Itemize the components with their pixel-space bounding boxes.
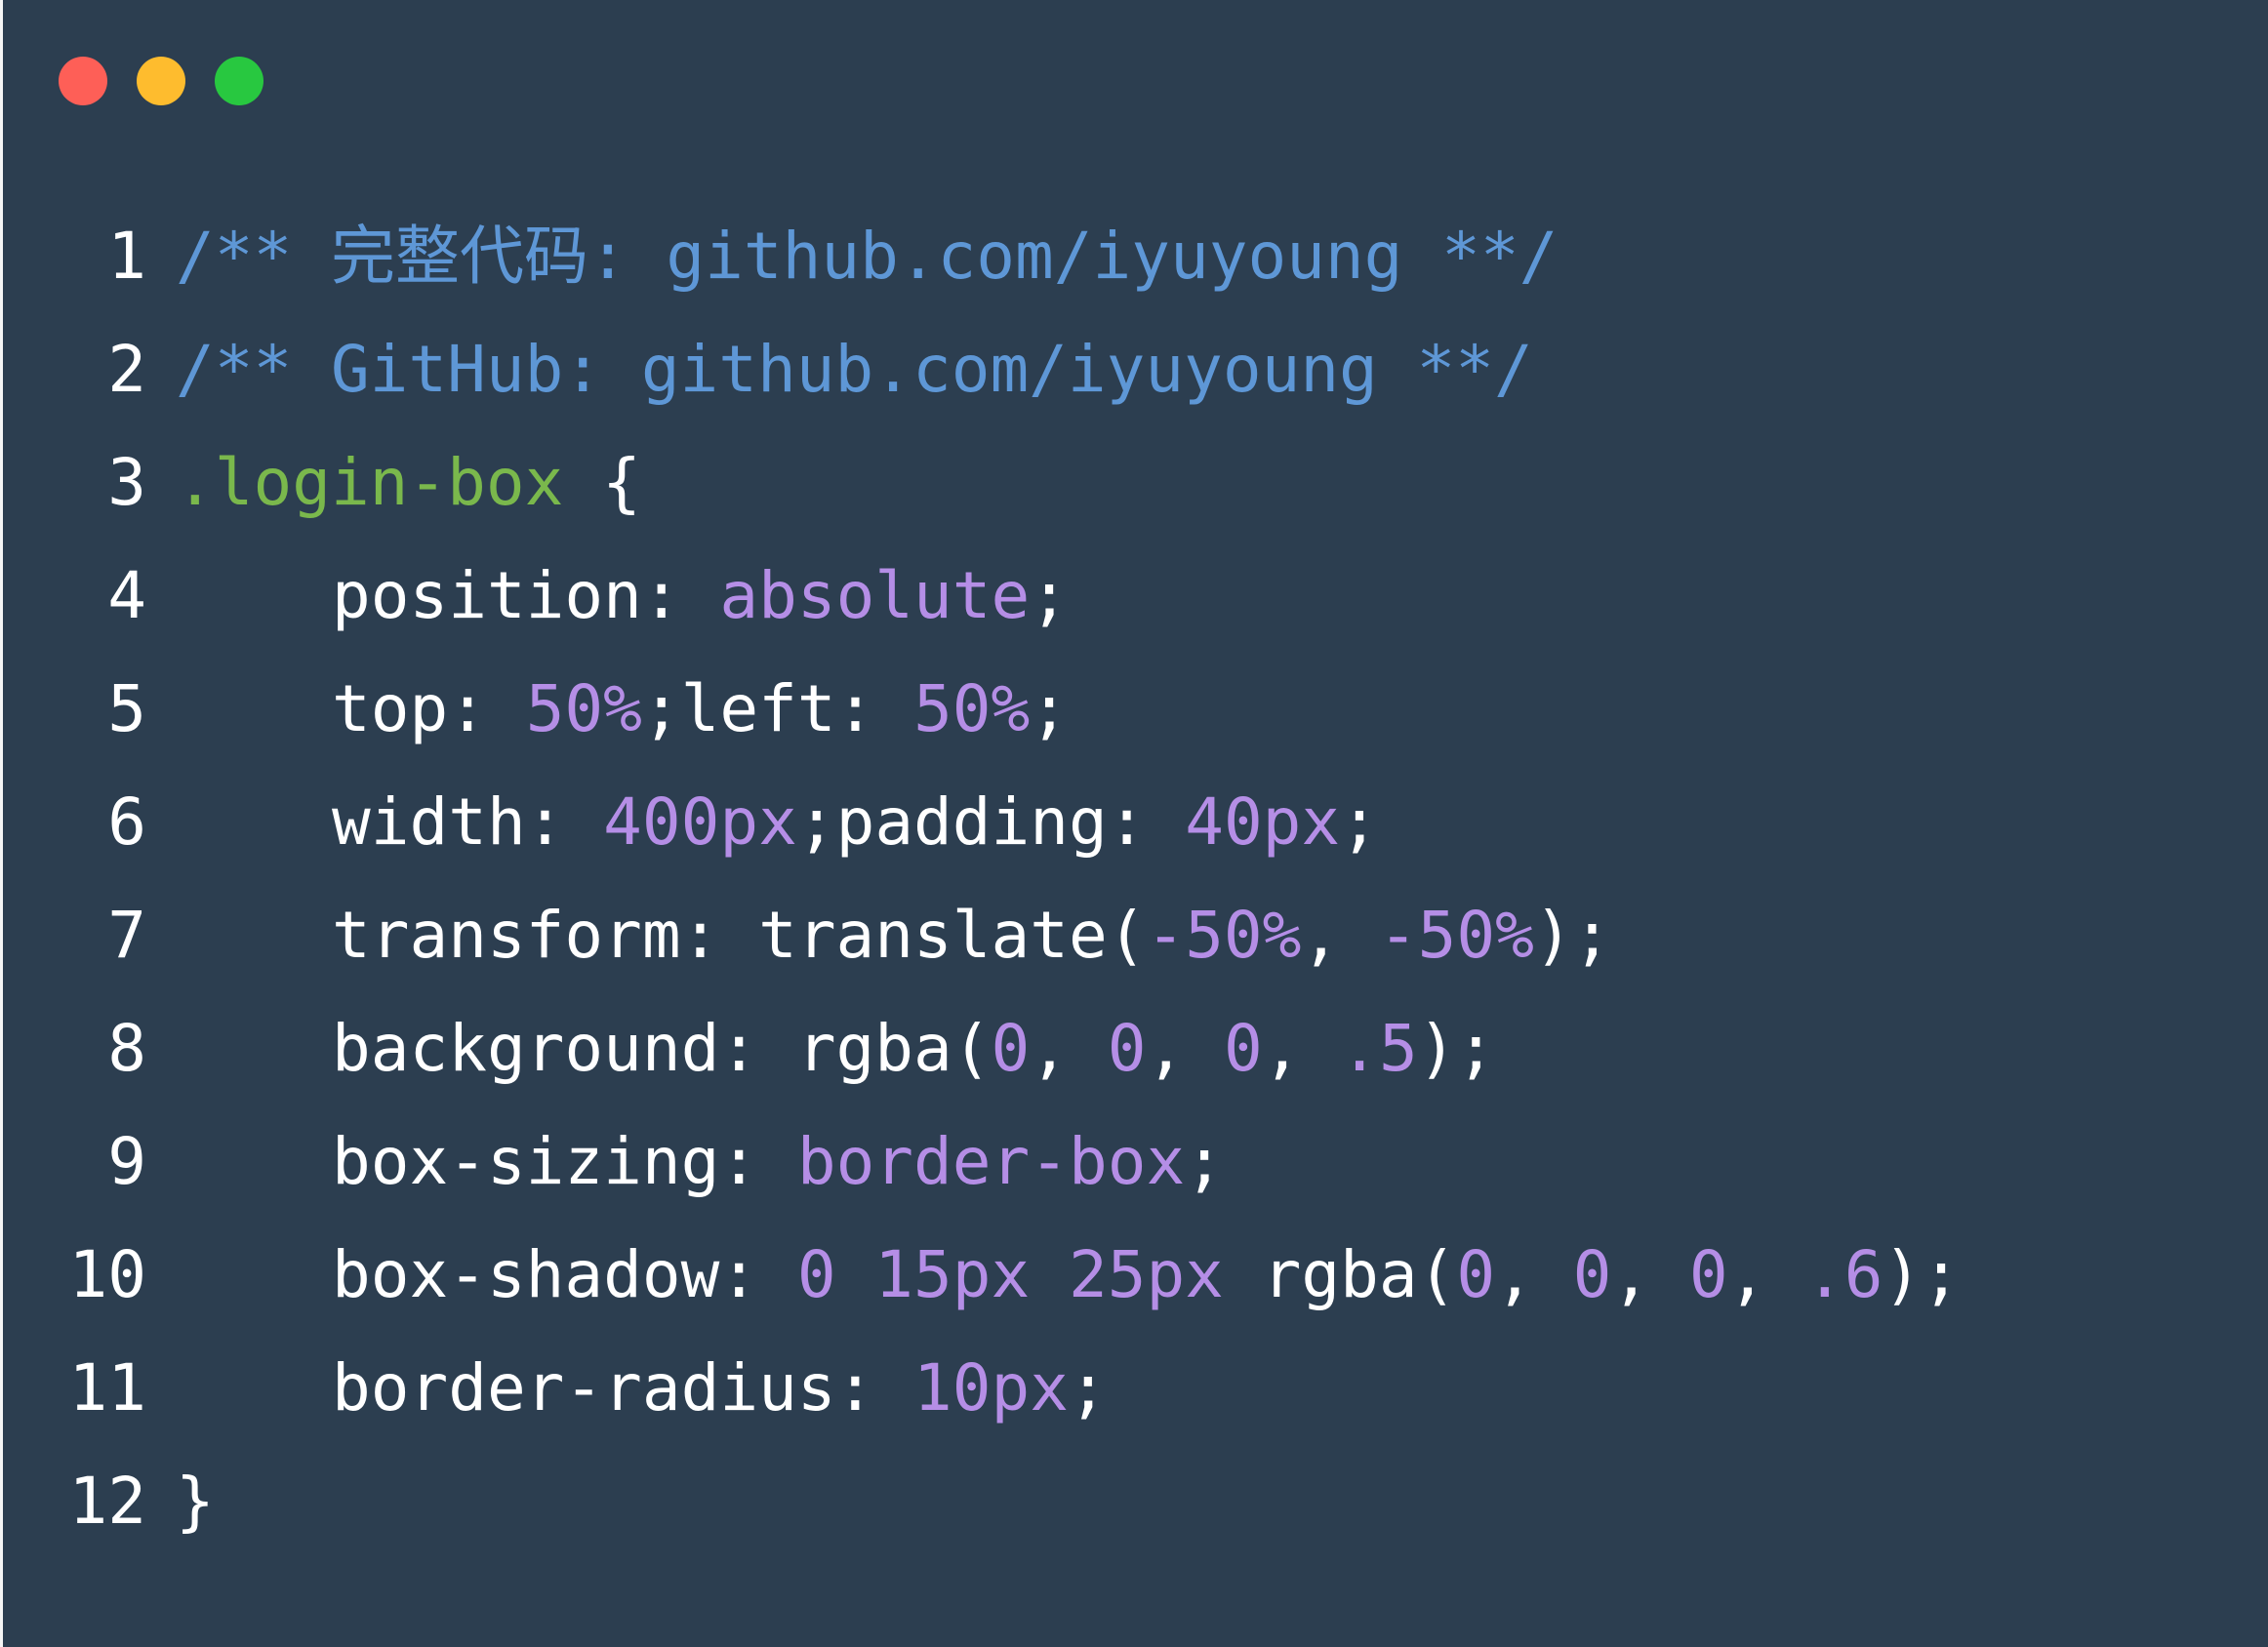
code-token-value: -50%	[1146, 898, 1302, 973]
line-number: 5	[107, 671, 146, 746]
code-token-prop: box-shadow:	[332, 1237, 797, 1312]
line-number: 7	[107, 898, 146, 973]
code-line: 12}	[0, 1445, 2268, 1558]
line-content: /** 完整代码: github.com/iyuyoung **/	[176, 200, 1558, 313]
code-token-value: 0	[1572, 1237, 1612, 1312]
line-number: 12	[68, 1464, 146, 1539]
code-token-prop: border-radius:	[332, 1350, 914, 1426]
code-token-value: 10px	[913, 1350, 1069, 1426]
line-number: 6	[107, 784, 146, 860]
code-token-value: 50%	[525, 671, 642, 746]
line-content: box-sizing: border-box;	[176, 1105, 1224, 1219]
line-content: position: absolute;	[176, 540, 1069, 653]
code-line: 9 box-sizing: border-box;	[0, 1105, 2268, 1219]
line-content: box-shadow: 0 15px 25px rgba(0, 0, 0, .6…	[176, 1219, 1961, 1332]
code-token-plain: ;	[1030, 671, 1070, 746]
code-line: 6 width: 400px;padding: 40px;	[0, 766, 2268, 879]
code-line: 8 background: rgba(0, 0, 0, .5);	[0, 992, 2268, 1105]
code-token-value: .5	[1340, 1011, 1418, 1086]
maximize-button[interactable]	[215, 57, 263, 105]
code-token-value: absolute	[719, 558, 1031, 633]
code-line: 7 transform: translate(-50%, -50%);	[0, 879, 2268, 992]
code-token-plain: ,	[1611, 1237, 1689, 1312]
code-token-value: .6	[1805, 1237, 1883, 1312]
code-token-plain: ,	[1146, 1011, 1224, 1086]
code-token-prop: background: rgba(	[332, 1011, 992, 1086]
code-line: 2 /** GitHub: github.com/iyuyoung **/	[0, 313, 2268, 426]
code-token-plain: ;	[1068, 1350, 1108, 1426]
code-token-value: 400px	[603, 784, 797, 860]
line-number: 9	[107, 1124, 146, 1199]
line-content: .login-box {	[176, 426, 641, 540]
code-token-plain: ;left:	[641, 671, 914, 746]
line-number: 10	[68, 1237, 146, 1312]
line-content: transform: translate(-50%, -50%);	[176, 879, 1611, 992]
code-token-plain: ,	[1495, 1237, 1573, 1312]
code-token-plain: ;padding:	[796, 784, 1186, 860]
code-token-value: border-box	[796, 1124, 1186, 1199]
minimize-button[interactable]	[137, 57, 185, 105]
code-window: 1 /** 完整代码: github.com/iyuyoung **/ 2 /** G…	[0, 0, 2268, 1647]
code-token-plain: ,	[1301, 898, 1379, 973]
code-token-plain: rgba(	[1223, 1237, 1457, 1312]
line-content: }	[176, 1445, 215, 1558]
code-token-plain: ,	[1262, 1011, 1341, 1086]
line-number: 3	[107, 445, 146, 520]
code-token-plain: }	[176, 1464, 215, 1539]
code-token-prop: box-sizing:	[332, 1124, 797, 1199]
code-token-value: 0 15px 25px	[796, 1237, 1224, 1312]
line-content: background: rgba(0, 0, 0, .5);	[176, 992, 1495, 1105]
code-token-value: 50%	[913, 671, 1031, 746]
code-token-plain: ,	[1727, 1237, 1806, 1312]
code-token-plain: ;	[1030, 558, 1069, 633]
code-token-comment: /** GitHub: github.com/iyuyoung **/	[176, 332, 1533, 407]
code-line: 3 .login-box {	[0, 426, 2268, 540]
code-token-prop: position:	[332, 558, 720, 633]
line-content: width: 400px;padding: 40px;	[176, 766, 1379, 879]
line-number: 11	[68, 1350, 146, 1426]
line-number: 8	[107, 1011, 146, 1086]
code-token-plain: ,	[1030, 1011, 1108, 1086]
code-token-value: 0	[1223, 1011, 1263, 1086]
code-token-selector: .login-box	[176, 445, 564, 520]
code-token-value: -50%	[1378, 898, 1534, 973]
line-number: 4	[107, 558, 146, 633]
code-token-prop: width:	[332, 784, 604, 860]
code-token-plain: ;	[1185, 1124, 1224, 1199]
code-line: 1 /** 完整代码: github.com/iyuyoung **/	[0, 200, 2268, 313]
close-button[interactable]	[59, 57, 107, 105]
code-token-plain: );	[1533, 898, 1612, 973]
code-token-plain: {	[563, 445, 641, 520]
code-token-prop: transform: translate(	[332, 898, 1147, 973]
code-token-value: 0	[991, 1011, 1031, 1086]
line-content: border-radius: 10px;	[176, 1332, 1108, 1445]
code-token-value: 0	[1107, 1011, 1147, 1086]
code-token-comment: /** 完整代码: github.com/iyuyoung **/	[176, 219, 1559, 294]
code-line: 5 top: 50%;left: 50%;	[0, 653, 2268, 766]
code-token-plain: );	[1417, 1011, 1496, 1086]
code-token-prop: top:	[332, 671, 526, 746]
code-line: 4 position: absolute;	[0, 540, 2268, 653]
code-token-value: 0	[1456, 1237, 1496, 1312]
code-token-value: 40px	[1185, 784, 1341, 860]
line-content: /** GitHub: github.com/iyuyoung **/	[176, 313, 1533, 426]
code-token-plain: );	[1883, 1237, 1962, 1312]
window-controls	[59, 57, 263, 105]
code-block: 1 /** 完整代码: github.com/iyuyoung **/ 2 /** G…	[0, 200, 2268, 1558]
line-number: 1	[107, 219, 146, 294]
line-content: top: 50%;left: 50%;	[176, 653, 1069, 766]
line-number: 2	[107, 332, 146, 407]
code-line: 11 border-radius: 10px;	[0, 1332, 2268, 1445]
code-token-plain: ;	[1340, 784, 1379, 860]
code-token-value: 0	[1688, 1237, 1728, 1312]
code-line: 10 box-shadow: 0 15px 25px rgba(0, 0, 0, …	[0, 1219, 2268, 1332]
